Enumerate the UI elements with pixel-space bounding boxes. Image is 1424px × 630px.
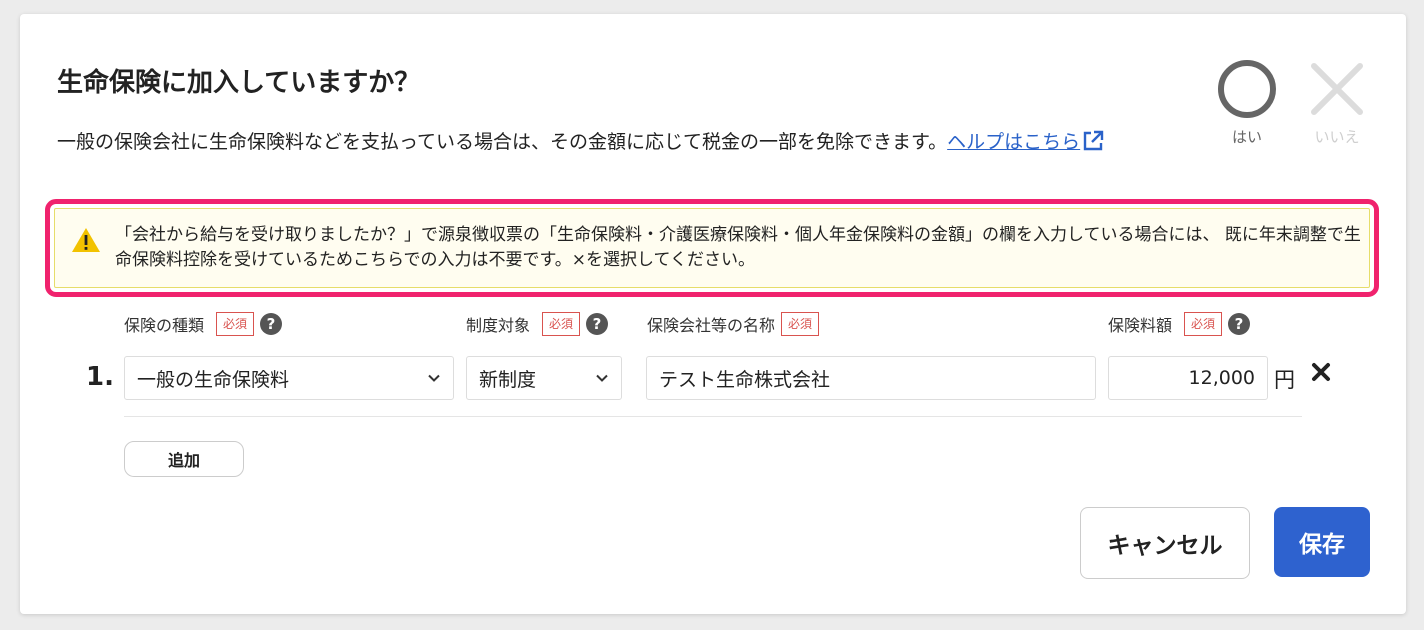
help-link[interactable]: ヘルプはこちら xyxy=(947,131,1080,153)
no-option[interactable]: いいえ xyxy=(1302,58,1372,147)
description-text: 一般の保険会社に生命保険料などを支払っている場合は、その金額に応じて税金の一部を… xyxy=(57,131,948,153)
premium-amount-input[interactable]: 12,000 xyxy=(1108,356,1268,400)
help-icon[interactable]: ? xyxy=(586,313,609,335)
column-label-system: 制度対象 xyxy=(466,316,531,335)
column-label-amount: 保険料額 xyxy=(1108,316,1173,335)
no-label: いいえ xyxy=(1314,128,1360,146)
yes-label: はい xyxy=(1231,128,1262,146)
dialog-description: 一般の保険会社に生命保険料などを支払っている場合は、その金額に応じて税金の一部を… xyxy=(57,126,1177,163)
save-button[interactable]: 保存 xyxy=(1274,507,1370,577)
row-number: 1. xyxy=(86,362,114,392)
column-header-type: 保険の種類 必須 ? xyxy=(124,312,283,336)
column-header-system: 制度対象 必須 ? xyxy=(466,312,609,336)
dialog-title: 生命保険に加入していますか？ xyxy=(57,68,421,98)
yen-unit: 円 xyxy=(1274,368,1295,392)
delete-row-icon[interactable] xyxy=(1310,361,1332,387)
required-badge: 必須 xyxy=(1184,312,1223,336)
warning-box: 「会社から給与を受け取りましたか？」で源泉徴収票の「生命保険料・介護医療保険料・… xyxy=(45,199,1379,297)
column-header-amount: 保険料額 必須 ? xyxy=(1108,312,1251,336)
life-insurance-dialog: 生命保険に加入していますか？ 一般の保険会社に生命保険料などを支払っている場合は… xyxy=(20,14,1406,614)
insurance-type-select[interactable]: 一般の生命保険料 xyxy=(124,356,454,400)
circle-icon xyxy=(1218,60,1276,118)
column-label-type: 保険の種類 xyxy=(124,316,205,335)
chevron-down-icon xyxy=(428,374,440,382)
help-icon[interactable]: ? xyxy=(260,313,283,335)
help-icon[interactable]: ? xyxy=(1228,313,1251,335)
warning-text: 「会社から給与を受け取りましたか？」で源泉徴収票の「生命保険料・介護医療保険料・… xyxy=(115,225,1361,270)
column-header-company: 保険会社等の名称 必須 xyxy=(647,312,820,336)
insurance-type-value: 一般の生命保険料 xyxy=(137,368,290,391)
chevron-down-icon xyxy=(596,374,608,382)
required-badge: 必須 xyxy=(781,312,820,336)
warning-icon xyxy=(71,227,101,257)
yes-option[interactable]: はい xyxy=(1212,58,1282,147)
required-badge: 必須 xyxy=(542,312,581,336)
system-value: 新制度 xyxy=(479,368,537,391)
add-button[interactable]: 追加 xyxy=(124,441,244,477)
column-label-company: 保険会社等の名称 xyxy=(647,316,776,335)
cross-icon xyxy=(1311,63,1363,115)
row-divider xyxy=(124,416,1302,417)
external-link-icon[interactable] xyxy=(1082,130,1104,163)
company-name-value: テスト生命株式会社 xyxy=(659,368,831,391)
system-select[interactable]: 新制度 xyxy=(466,356,622,400)
company-name-input[interactable]: テスト生命株式会社 xyxy=(646,356,1096,400)
required-badge: 必須 xyxy=(216,312,255,336)
premium-amount-value: 12,000 xyxy=(1188,367,1255,389)
cancel-button[interactable]: キャンセル xyxy=(1080,507,1250,579)
